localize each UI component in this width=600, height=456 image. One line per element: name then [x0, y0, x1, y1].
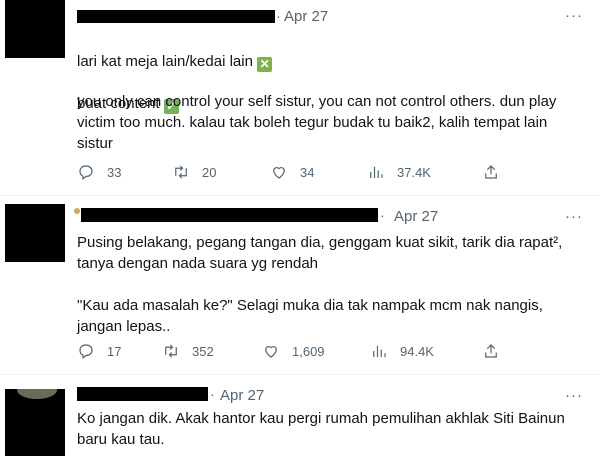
- redacted-author-name: [77, 10, 275, 23]
- tweet-actions: 17 352 1,609 94.4K: [77, 342, 587, 362]
- avatar-image-fragment: [17, 389, 57, 399]
- like-button[interactable]: 1,609: [262, 342, 325, 360]
- avatar[interactable]: [5, 389, 65, 456]
- tweet-2[interactable]: · Apr 27 ··· Pusing belakang, pegang tan…: [0, 196, 600, 374]
- tweet-3[interactable]: · Apr 27 ··· Ko jangan dik. Akak hantor …: [0, 375, 600, 456]
- more-options-icon[interactable]: ···: [565, 387, 583, 404]
- cross-mark-icon: ✕: [257, 57, 273, 72]
- retweet-count: 20: [202, 164, 217, 180]
- retweet-button[interactable]: 352: [162, 342, 214, 360]
- reply-count: 17: [107, 343, 122, 359]
- retweet-icon: [175, 165, 187, 179]
- tweet-body: Pusing belakang, pegang tangan dia, geng…: [77, 234, 563, 335]
- tweet-body: Ko jangan dik. Akak hantor kau pergi rum…: [77, 410, 565, 448]
- views-button[interactable]: 94.4K: [370, 342, 434, 360]
- share-icon: [485, 344, 497, 358]
- heart-icon: [273, 167, 285, 179]
- reply-button[interactable]: 33: [77, 163, 121, 181]
- avatar[interactable]: [5, 0, 65, 58]
- separator-dot: ·: [210, 386, 215, 402]
- tweet-date[interactable]: Apr 27: [284, 8, 328, 25]
- tweet-date[interactable]: Apr 27: [394, 208, 438, 225]
- share-button[interactable]: [482, 342, 512, 360]
- views-count: 37.4K: [397, 164, 431, 180]
- share-icon: [485, 165, 497, 179]
- like-count: 1,609: [292, 343, 325, 359]
- reply-icon: [79, 165, 93, 180]
- reply-icon: [79, 344, 93, 359]
- retweet-count: 352: [192, 343, 214, 359]
- like-count: 34: [300, 164, 315, 180]
- share-button[interactable]: [482, 163, 512, 181]
- heart-icon: [265, 346, 277, 358]
- redacted-author-name: [81, 208, 378, 222]
- profile-badge-icon: [74, 208, 80, 214]
- separator-dot: ·: [276, 8, 281, 24]
- retweet-icon: [165, 344, 177, 358]
- retweet-button[interactable]: 20: [172, 163, 216, 181]
- avatar[interactable]: [5, 204, 65, 262]
- tweet-actions: 33 20 34 37.4K: [77, 163, 587, 183]
- redacted-author-name: [77, 387, 208, 401]
- views-icon: [373, 345, 386, 357]
- tweet-date[interactable]: Apr 27: [220, 387, 264, 404]
- more-options-icon[interactable]: ···: [565, 208, 583, 225]
- reply-button[interactable]: 17: [77, 342, 121, 360]
- tweet-line-1: lari kat meja lain/kedai lain: [77, 53, 253, 70]
- views-icon: [370, 166, 383, 178]
- separator-dot: ·: [380, 207, 385, 223]
- tweet-1[interactable]: · Apr 27 ··· lari kat meja lain/kedai la…: [0, 0, 600, 195]
- views-button[interactable]: 37.4K: [367, 163, 431, 181]
- reply-count: 33: [107, 164, 122, 180]
- tweet-body: you only can control your self sistur, y…: [77, 93, 557, 152]
- views-count: 94.4K: [400, 343, 434, 359]
- like-button[interactable]: 34: [270, 163, 314, 181]
- more-options-icon[interactable]: ···: [565, 7, 583, 24]
